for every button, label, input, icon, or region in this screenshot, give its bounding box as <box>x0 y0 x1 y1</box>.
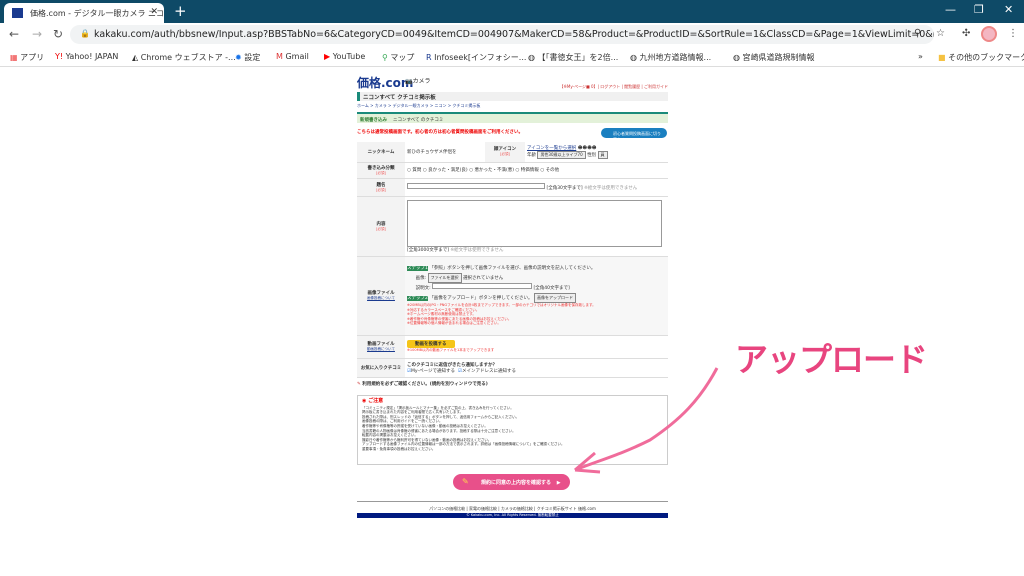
menu-icon[interactable]: ⋮ <box>1008 28 1018 39</box>
file-choose-button[interactable]: ファイルを選択 <box>427 273 462 284</box>
video-help-link[interactable]: 動画投稿について <box>359 347 403 352</box>
bookmark-youtube[interactable]: ▶ YouTube <box>324 52 365 61</box>
nickname-value: 新ひのチョウザメ伴侶を <box>405 142 485 163</box>
image-label: 画像ファイル 画像投稿について <box>357 256 405 336</box>
camera-category[interactable]: 📷カメラ <box>405 76 431 85</box>
bookmark-infoseek[interactable]: R Infoseek[インフォシー... <box>426 52 526 63</box>
reload-icon[interactable]: ↻ <box>53 27 63 41</box>
video-label: 動画ファイル 動画投稿について <box>357 335 405 359</box>
notice-text: こちらは通常投稿画面です。初心者の方は初心者質問投稿画面をご利用ください。 <box>357 130 524 135</box>
category-radios[interactable]: ○ 質問 ○ 良かった・満足(良) ○ 悪かった・不満(悪) ○ 特価情報 ○ … <box>405 162 668 179</box>
more-bookmarks-icon[interactable]: » <box>918 52 923 61</box>
globe-icon: ◍ <box>528 53 535 62</box>
content-textarea[interactable] <box>407 199 662 247</box>
image-help-link[interactable]: 画像投稿について <box>359 296 403 301</box>
title-input[interactable] <box>407 183 545 189</box>
gmail-icon: M <box>276 52 283 61</box>
zoom-icon[interactable]: ⚲ <box>914 28 921 39</box>
switch-beginner-button[interactable]: 初心者質問投稿画面に切り替える <box>601 128 667 142</box>
forward-icon[interactable]: → <box>32 27 42 41</box>
confirm-button[interactable]: ✎ 規約に同意の上内容を確認する ▶ <box>453 474 570 490</box>
bookmark-yahoo[interactable]: Y! Yahoo! JAPAN <box>55 52 118 61</box>
profile-avatar[interactable] <box>981 26 997 42</box>
icon-label: 顔アイコン [必須] <box>485 142 525 163</box>
warning-icon: ◉ <box>362 398 367 404</box>
pencil-icon: ✎ <box>357 382 361 387</box>
gender-select[interactable]: 員 <box>597 150 608 159</box>
url-input[interactable]: 🔒 kakaku.com/auth/bbsnew/Input.asp?BBSTab… <box>70 25 934 44</box>
footer-links[interactable]: パソコンの価格比較 | 家電の価格比較 | カメラの価格比較 | クチコミ掲示板… <box>357 506 668 512</box>
yahoo-icon: Y! <box>55 52 64 61</box>
bookmark-apps[interactable]: ▦ アプリ <box>10 52 44 63</box>
minimize-button[interactable]: — <box>945 3 956 16</box>
apps-icon: ▦ <box>10 53 18 62</box>
star-icon[interactable]: ☆ <box>936 28 945 39</box>
pencil-icon: ✎ <box>462 477 469 486</box>
infoseek-icon: R <box>426 53 432 62</box>
top-links[interactable]: 【※My-ページ■ 0】| ログアウト | 閲覧履歴 | ご利用ガイド <box>560 84 668 90</box>
tab-title: 価格.com - デジタル一眼カメラ ニコン <box>30 9 164 18</box>
map-pin-icon: ⚲ <box>382 53 388 62</box>
caption-input[interactable] <box>432 283 533 290</box>
folder-icon: ■ <box>938 53 946 62</box>
age-select[interactable]: 男性30歳以上ライブ70 <box>537 150 586 159</box>
image-notes: ※20MB以内のJPG・PNGファイルを合計4枚までアップできます。一部のカテゴ… <box>407 303 596 326</box>
bookmark-gmail[interactable]: M Gmail <box>276 52 309 61</box>
board-title: ニコンすべて クチコミ掲示板 <box>357 92 668 101</box>
copyright-bar: © Kakaku.com, Inc. All Rights Reserved. … <box>357 513 668 518</box>
annotation-label: アップロード <box>735 340 928 379</box>
notify-mypage-checkbox[interactable]: ☑My-ページで通知する <box>407 369 455 374</box>
annotation-arrow <box>574 367 719 474</box>
section-header: 新規書き込み ニコンすべて のクチコミ <box>357 112 668 123</box>
nickname-label: ニックネーム <box>357 142 405 163</box>
bookmark-other[interactable]: ■ その他のブックマーク <box>938 52 1024 63</box>
notify-email-checkbox[interactable]: ☑メインアドレスに通知する <box>458 369 516 374</box>
new-tab-button[interactable]: + <box>174 2 187 20</box>
bookmark-6[interactable]: ◍ 宮崎県道路規制情報 <box>733 52 815 63</box>
browser-tab[interactable]: 価格.com - デジタル一眼カメラ ニコン ✕ <box>4 3 164 23</box>
bookmark-maps[interactable]: ⚲ マップ <box>382 52 414 63</box>
lock-icon: 🔒 <box>80 29 90 38</box>
globe-icon: ◍ <box>630 53 637 62</box>
tab-bar: 価格.com - デジタル一眼カメラ ニコン ✕ + — ❐ ✕ <box>0 0 1024 23</box>
category-label: 書き込み分類 [必須] <box>357 162 405 179</box>
breadcrumb[interactable]: ホーム > カメラ > デジタル一眼カメラ > ニコン > クチコミ掲示板 <box>357 103 480 109</box>
upload-image-button[interactable]: 画像をアップロード <box>533 293 576 304</box>
bookmark-5[interactable]: ◍ 九州地方道路情報... <box>630 52 711 63</box>
favorite-label: お気に入りクチコミ <box>357 358 405 378</box>
webstore-icon: ◭ <box>132 53 139 62</box>
close-window-button[interactable]: ✕ <box>1004 3 1013 16</box>
close-tab-icon[interactable]: ✕ <box>150 7 158 17</box>
maximize-button[interactable]: ❐ <box>974 3 984 16</box>
address-bar-row: ← → ↻ 🔒 kakaku.com/auth/bbsnew/Input.asp?… <box>0 23 1024 46</box>
youtube-icon: ▶ <box>324 52 331 61</box>
terms-link[interactable]: ✎ 利用規約を必ずご確認ください。(規約を別ウィンドウで見る) <box>357 381 488 387</box>
url-text: kakaku.com/auth/bbsnew/Input.asp?BBSTabN… <box>94 29 934 40</box>
post-form: ニックネーム 新ひのチョウザメ伴侶を 顔アイコン [必須] アイコンを一覧から選択… <box>357 142 668 378</box>
content-label: 内容 [必須] <box>357 196 405 257</box>
gear-icon: ✹ <box>235 53 242 62</box>
bookmark-settings[interactable]: ✹ 設定 <box>235 52 260 63</box>
title-label: 題名 [必須] <box>357 178 405 197</box>
bookmark-4[interactable]: ◍ 【「書徳女王」を2倍... <box>528 52 618 63</box>
back-icon[interactable]: ← <box>9 27 19 41</box>
bookmark-webstore[interactable]: ◭ Chrome ウェブストア -... <box>132 52 236 63</box>
site-favicon-icon <box>12 8 23 18</box>
bookmarks-bar: ▦ アプリ Y! Yahoo! JAPAN ◭ Chrome ウェブストア -.… <box>0 46 1024 67</box>
footer-divider <box>357 501 668 502</box>
extensions-icon[interactable]: ✣ <box>962 28 970 39</box>
globe-icon: ◍ <box>733 53 740 62</box>
